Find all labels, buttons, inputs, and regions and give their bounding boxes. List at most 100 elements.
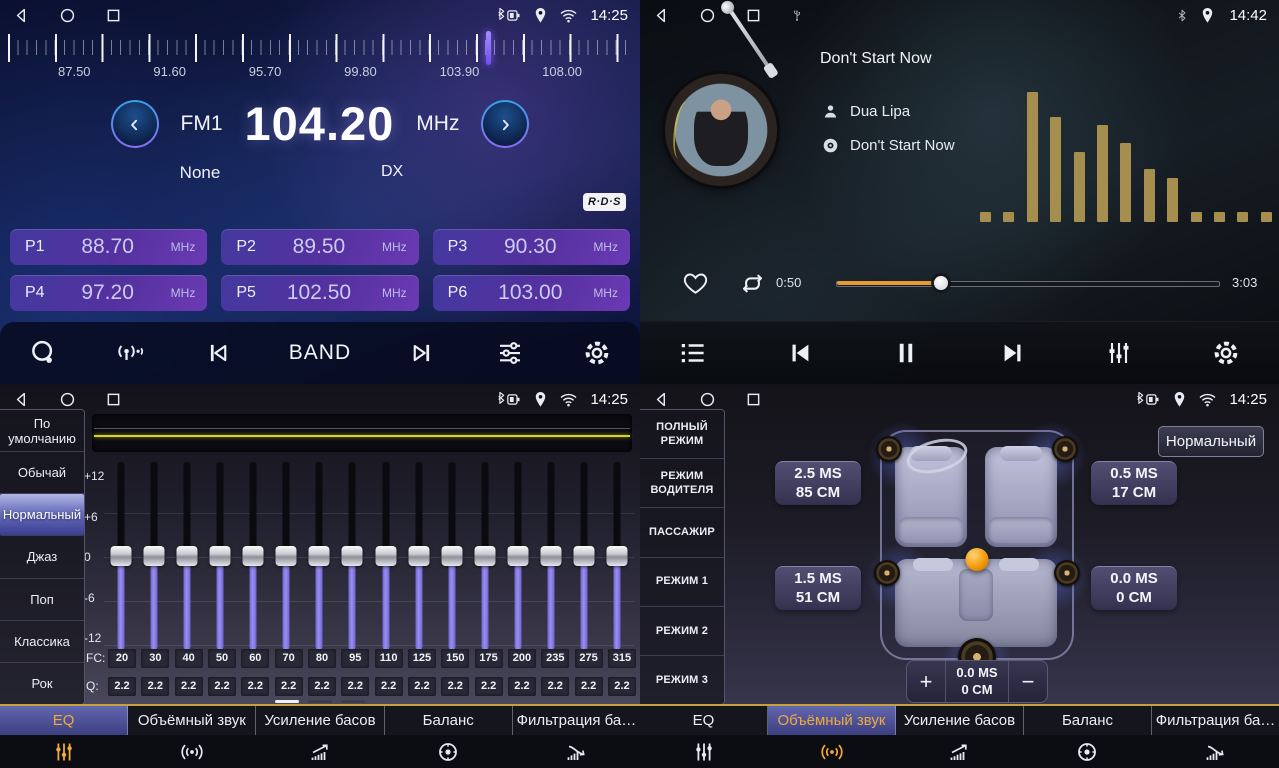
fc-value-chip[interactable]: 80 — [308, 649, 336, 668]
eq-slider-handle[interactable] — [209, 546, 230, 566]
eq-preset-item[interactable]: Классика — [0, 621, 84, 663]
album-art[interactable] — [665, 74, 777, 186]
rear-right-delay-button[interactable]: 0.0 MS 0 CM — [1091, 566, 1177, 610]
eq-preset-item[interactable]: Поп — [0, 579, 84, 621]
eq-preset-item[interactable]: Нормальный — [0, 494, 84, 536]
eq-band-slider[interactable] — [241, 456, 265, 656]
eq-band-slider[interactable] — [340, 456, 364, 656]
eq-slider-handle[interactable] — [408, 546, 429, 566]
eq-slider-handle[interactable] — [176, 546, 197, 566]
home-icon[interactable] — [58, 390, 77, 409]
eq-slider-handle[interactable] — [110, 546, 131, 566]
home-icon[interactable] — [698, 6, 717, 25]
front-left-delay-button[interactable]: 2.5 MS 85 CM — [775, 461, 861, 505]
eq-preset-item[interactable]: Джаз — [0, 536, 84, 578]
eq-slider-handle[interactable] — [607, 546, 628, 566]
fc-value-chip[interactable]: 125 — [408, 649, 436, 668]
front-right-delay-button[interactable]: 0.5 MS 17 CM — [1091, 461, 1177, 505]
eq-slider-handle[interactable] — [574, 546, 595, 566]
eq-band-slider[interactable] — [473, 456, 497, 656]
preset-button-p5[interactable]: P5102.50MHz — [221, 275, 418, 311]
tab-surround[interactable]: Объёмный звук — [768, 706, 896, 735]
eq-slider-handle[interactable] — [508, 546, 529, 566]
home-icon[interactable] — [698, 390, 717, 409]
next-station-icon[interactable] — [408, 338, 438, 368]
eq-icon[interactable] — [640, 740, 768, 764]
fc-value-chip[interactable]: 95 — [341, 649, 369, 668]
eq-band-slider[interactable] — [605, 456, 629, 656]
fc-value-chip[interactable]: 70 — [275, 649, 303, 668]
eq-band-slider[interactable] — [142, 456, 166, 656]
tune-down-button[interactable] — [111, 100, 159, 148]
tab-eq[interactable]: EQ — [640, 706, 768, 735]
eq-band-slider[interactable] — [274, 456, 298, 656]
tab-filter[interactable]: Фильтрация ба… — [1152, 706, 1279, 735]
surround-icon[interactable] — [128, 740, 256, 764]
recents-icon[interactable] — [744, 390, 763, 409]
eq-slider-handle[interactable] — [243, 546, 264, 566]
delay-increase-button[interactable]: + — [907, 661, 945, 702]
fc-value-chip[interactable]: 110 — [375, 649, 403, 668]
eq-band-slider[interactable] — [374, 456, 398, 656]
q-value-chip[interactable]: 2.2 — [275, 677, 303, 696]
eq-icon[interactable] — [0, 740, 128, 764]
q-value-chip[interactable]: 2.2 — [108, 677, 136, 696]
preset-button-p2[interactable]: P289.50MHz — [221, 229, 418, 265]
balance-icon[interactable] — [1023, 740, 1151, 764]
eq-slider-handle[interactable] — [441, 546, 462, 566]
tuner-indicator[interactable] — [486, 31, 491, 65]
fc-value-chip[interactable]: 60 — [241, 649, 269, 668]
eq-slider-handle[interactable] — [541, 546, 562, 566]
eq-slider-handle[interactable] — [342, 546, 363, 566]
eq-slider-handle[interactable] — [474, 546, 495, 566]
eq-band-slider[interactable] — [506, 456, 530, 656]
q-value-chip[interactable]: 2.2 — [141, 677, 169, 696]
previous-station-icon[interactable] — [202, 338, 232, 368]
settings-gear-icon[interactable] — [1211, 338, 1241, 368]
bass-icon[interactable] — [256, 740, 384, 764]
listening-mode-item[interactable]: РЕЖИМ ВОДИТЕЛЯ — [640, 459, 724, 508]
tuner-dial[interactable] — [8, 34, 632, 62]
back-icon[interactable] — [652, 6, 671, 25]
tab-eq[interactable]: EQ — [0, 706, 128, 735]
recents-icon[interactable] — [104, 6, 123, 25]
eq-band-slider[interactable] — [109, 456, 133, 656]
filter-icon[interactable] — [512, 740, 640, 764]
listening-mode-item[interactable]: РЕЖИМ 1 — [640, 558, 724, 607]
repeat-icon[interactable] — [739, 270, 766, 297]
bass-icon[interactable] — [896, 740, 1024, 764]
q-value-chip[interactable]: 2.2 — [208, 677, 236, 696]
q-value-chip[interactable]: 2.2 — [241, 677, 269, 696]
q-value-chip[interactable]: 2.2 — [575, 677, 603, 696]
fc-value-chip[interactable]: 20 — [108, 649, 136, 668]
broadcast-icon[interactable] — [115, 338, 145, 368]
settings-gear-icon[interactable] — [582, 338, 612, 368]
eq-band-slider[interactable] — [407, 456, 431, 656]
eq-band-slider[interactable] — [539, 456, 563, 656]
back-icon[interactable] — [12, 390, 31, 409]
fc-value-chip[interactable]: 315 — [608, 649, 636, 668]
eq-preset-item[interactable]: Обычай — [0, 452, 84, 494]
q-value-chip[interactable]: 2.2 — [375, 677, 403, 696]
tab-bass[interactable]: Усиление басов — [256, 706, 384, 735]
seek-knob[interactable] — [934, 276, 948, 290]
eq-slider-handle[interactable] — [309, 546, 330, 566]
tune-up-button[interactable] — [481, 100, 529, 148]
eq-preset-item[interactable]: По умолчанию — [0, 410, 84, 452]
preset-button-p6[interactable]: P6103.00MHz — [433, 275, 630, 311]
listening-mode-item[interactable]: РЕЖИМ 3 — [640, 656, 724, 704]
tab-surround[interactable]: Объёмный звук — [128, 706, 256, 735]
q-value-chip[interactable]: 2.2 — [308, 677, 336, 696]
recents-icon[interactable] — [744, 6, 763, 25]
tab-filter[interactable]: Фильтрация ба… — [513, 706, 640, 735]
eq-band-slider[interactable] — [307, 456, 331, 656]
listening-mode-item[interactable]: ПАССАЖИР — [640, 508, 724, 557]
recents-icon[interactable] — [104, 390, 123, 409]
fc-value-chip[interactable]: 200 — [508, 649, 536, 668]
fc-value-chip[interactable]: 275 — [575, 649, 603, 668]
eq-slider-handle[interactable] — [143, 546, 164, 566]
previous-track-icon[interactable] — [785, 338, 815, 368]
back-icon[interactable] — [12, 6, 31, 25]
eq-band-slider[interactable] — [572, 456, 596, 656]
scan-icon[interactable] — [28, 338, 58, 368]
